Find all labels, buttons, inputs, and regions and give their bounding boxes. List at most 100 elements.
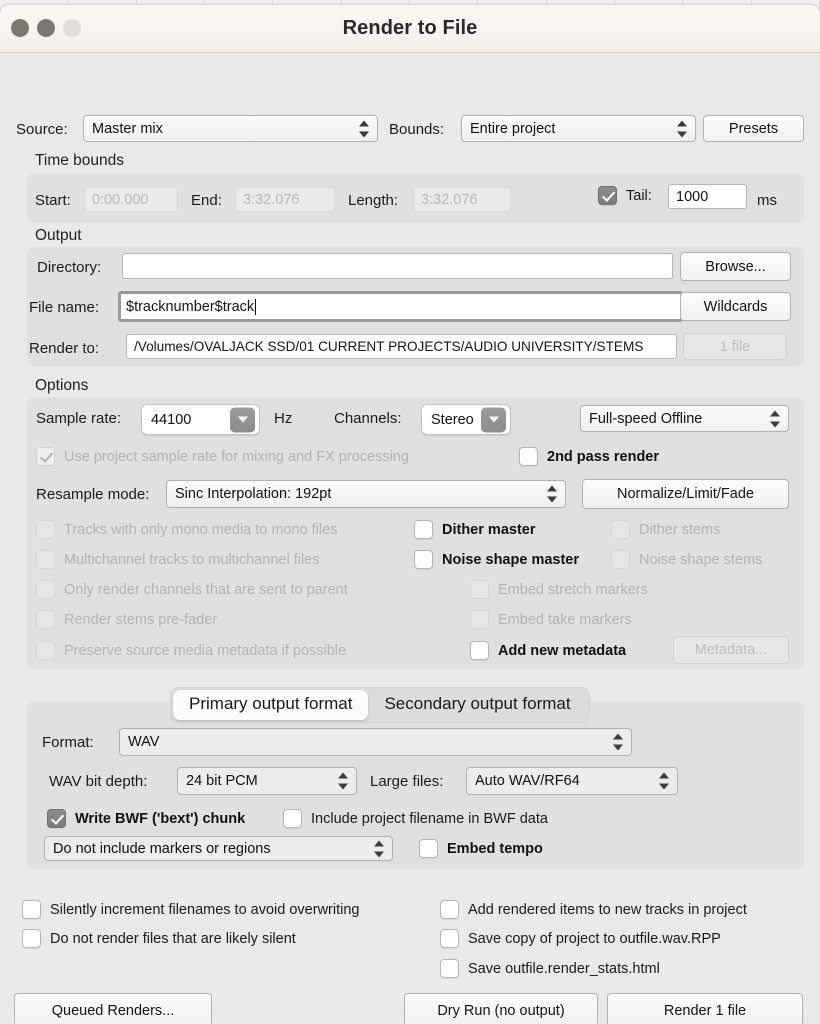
checkbox-box (36, 550, 55, 569)
checkbox-box (414, 520, 433, 539)
tail-input[interactable]: 1000 (668, 184, 747, 209)
resample-mode-value: Sinc Interpolation: 192pt (175, 486, 332, 502)
do-not-render-silent-checkbox[interactable]: Do not render files that are likely sile… (22, 929, 296, 948)
output-format-tabs: Primary output format Secondary output f… (170, 687, 590, 723)
large-files-select[interactable]: Auto WAV/RF64 (466, 767, 678, 795)
option-label: Noise shape stems (639, 551, 763, 568)
chevron-updown-icon (677, 120, 688, 137)
bounds-select-value: Entire project (470, 120, 556, 137)
embed-tempo-checkbox[interactable]: Embed tempo (419, 839, 543, 858)
source-select-value: Master mix (92, 120, 163, 137)
sample-rate-label: Sample rate: (36, 410, 122, 427)
embed-take-markers-checkbox: Embed take markers (470, 610, 632, 629)
render-to-file-window: Render to File Source: Master mix Bounds… (0, 5, 820, 1024)
presets-button[interactable]: Presets (703, 115, 804, 142)
wav-bit-depth-label: WAV bit depth: (49, 773, 148, 790)
checkbox-box (611, 520, 630, 539)
tail-label: Tail: (626, 187, 652, 204)
save-project-copy-checkbox[interactable]: Save copy of project to outfile.wav.RPP (440, 929, 721, 948)
checkbox-box (470, 580, 489, 599)
chevron-updown-icon (659, 772, 670, 790)
end-input-value: 3:32.076 (243, 191, 300, 208)
silently-increment-filenames-checkbox[interactable]: Silently increment filenames to avoid ov… (22, 900, 359, 919)
option-label: Multichannel tracks to multichannel file… (64, 551, 320, 568)
tab-primary-output-format[interactable]: Primary output format (173, 690, 369, 720)
checkbox-box (440, 900, 459, 919)
add-new-metadata-checkbox[interactable]: Add new metadata (470, 641, 626, 660)
render-speed-select[interactable]: Full-speed Offline (580, 405, 789, 432)
option-label: Render stems pre-fader (64, 611, 218, 628)
noise-shape-master-checkbox[interactable]: Noise shape master (414, 550, 579, 569)
format-label: Format: (42, 734, 94, 751)
dither-master-checkbox[interactable]: Dither master (414, 520, 535, 539)
chevron-down-icon (481, 407, 506, 432)
render-to-path[interactable]: /Volumes/OVALJACK SSD/01 CURRENT PROJECT… (126, 334, 677, 359)
preserve-source-metadata-checkbox: Preserve source media metadata if possib… (36, 641, 346, 660)
source-label: Source: (16, 121, 68, 138)
wildcards-button[interactable]: Wildcards (680, 292, 791, 321)
tail-checkbox[interactable]: Tail: (598, 186, 652, 205)
time-bounds-title: Time bounds (35, 152, 125, 169)
length-input[interactable]: 3:32.076 (413, 187, 511, 212)
length-label: Length: (348, 192, 399, 209)
dither-stems-checkbox: Dither stems (611, 520, 720, 539)
source-select[interactable]: Master mix (83, 115, 378, 142)
output-title: Output (35, 227, 82, 244)
embed-tempo-label: Embed tempo (447, 840, 543, 857)
filename-input-value: $tracknumber$track (126, 298, 255, 315)
chevron-updown-icon (547, 485, 558, 503)
tab-secondary-output-format[interactable]: Secondary output format (368, 690, 586, 720)
checkbox-box (36, 641, 55, 660)
checkbox-box (283, 809, 302, 828)
use-project-sample-rate-checkbox: Use project sample rate for mixing and F… (36, 447, 409, 466)
option-label: Dither master (442, 521, 536, 538)
embed-stretch-markers-checkbox: Embed stretch markers (470, 580, 648, 599)
checkbox-box (36, 520, 55, 539)
metadata-button: Metadata... (673, 636, 789, 664)
multichannel-tracks-checkbox: Multichannel tracks to multichannel file… (36, 550, 319, 569)
include-project-filename-checkbox[interactable]: Include project filename in BWF data (283, 809, 548, 828)
wav-bit-depth-select[interactable]: 24 bit PCM (177, 767, 357, 795)
write-bwf-chunk-checkbox[interactable]: Write BWF ('bext') chunk (47, 809, 245, 828)
checkbox-box (519, 447, 538, 466)
start-input[interactable]: 0:00.000 (84, 187, 178, 212)
normalize-limit-fade-button[interactable]: Normalize/Limit/Fade (582, 479, 789, 509)
add-rendered-items-checkbox[interactable]: Add rendered items to new tracks in proj… (440, 900, 747, 919)
bounds-select[interactable]: Entire project (461, 115, 696, 142)
queued-renders-button[interactable]: Queued Renders... (14, 993, 212, 1024)
second-pass-render-checkbox[interactable]: 2nd pass render (519, 447, 659, 466)
markers-regions-select[interactable]: Do not include markers or regions (44, 836, 393, 861)
end-input[interactable]: 3:32.076 (235, 187, 335, 212)
end-label: End: (191, 192, 222, 209)
browse-button[interactable]: Browse... (680, 252, 791, 281)
second-pass-render-label: 2nd pass render (547, 448, 660, 465)
checkbox-box (470, 641, 489, 660)
render-files-button[interactable]: Render 1 file (607, 993, 803, 1024)
checkbox-box (440, 959, 459, 978)
bottom-option-label: Save copy of project to outfile.wav.RPP (468, 930, 721, 947)
options-title: Options (35, 377, 89, 394)
filename-input[interactable]: $tracknumber$track (118, 291, 683, 322)
sample-rate-value: 44100 (151, 411, 192, 428)
format-value: WAV (128, 734, 160, 750)
channels-label: Channels: (334, 410, 402, 427)
filename-label: File name: (29, 299, 100, 316)
hz-label: Hz (274, 410, 293, 427)
option-label: Add new metadata (498, 642, 627, 659)
large-files-label: Large files: (370, 773, 444, 790)
bottom-option-label: Do not render files that are likely sile… (50, 930, 296, 947)
checkbox-box (414, 550, 433, 569)
resample-mode-select[interactable]: Sinc Interpolation: 192pt (166, 480, 566, 508)
save-render-stats-checkbox[interactable]: Save outfile.render_stats.html (440, 959, 660, 978)
format-select[interactable]: WAV (119, 728, 632, 756)
directory-input[interactable] (122, 253, 673, 279)
length-input-value: 3:32.076 (421, 191, 478, 208)
option-label: Embed stretch markers (498, 581, 648, 598)
dry-run-button[interactable]: Dry Run (no output) (404, 993, 598, 1024)
bottom-option-label: Add rendered items to new tracks in proj… (468, 901, 747, 918)
checkbox-box (36, 610, 55, 629)
channels-select[interactable]: Stereo (421, 404, 511, 435)
checkbox-box (598, 186, 617, 205)
channels-value: Stereo (431, 411, 474, 428)
sample-rate-select[interactable]: 44100 (141, 404, 260, 435)
